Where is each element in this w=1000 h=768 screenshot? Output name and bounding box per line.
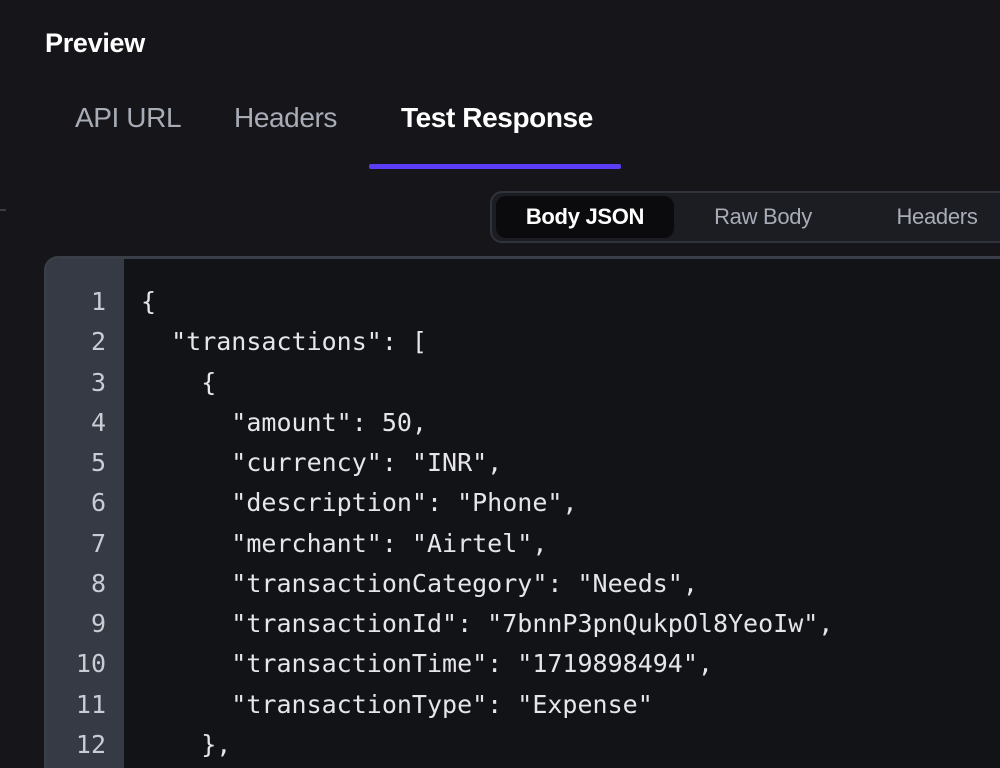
code-line: "merchant": "Airtel", [141,529,548,558]
tab-api-url[interactable]: API URL [75,102,182,134]
code-editor[interactable]: 1 2 3 4 5 6 7 8 9 10 11 12 { "transactio… [44,256,1000,768]
code-line: "currency": "INR", [141,448,503,477]
code-line: "transactionId": "7bnnP3pnQukpOl8YeoIw", [141,609,834,638]
headers-button[interactable]: Headers [872,196,1000,238]
response-view-toggle: Body JSON Raw Body Headers [490,191,1000,243]
line-number: 12 [75,730,106,759]
line-number: 4 [90,408,106,437]
code-line: "amount": 50, [141,408,427,437]
code-line: "description": "Phone", [141,488,578,517]
page-title: Preview [45,28,145,58]
code-line: { [141,368,217,397]
preview-panel: Preview API URL Headers Test Response Bo… [0,0,1000,768]
line-number: 2 [90,327,106,356]
line-number: 8 [90,569,106,598]
code-line: "transactionTime": "1719898494", [141,649,713,678]
json-code-area[interactable]: { "transactions": [ { "amount": 50, "cur… [141,259,1000,768]
line-number: 9 [90,609,106,638]
line-number: 7 [90,529,106,558]
tab-headers[interactable]: Headers [234,102,337,134]
line-number: 3 [90,368,106,397]
raw-body-button[interactable]: Raw Body [688,196,838,238]
code-line: { [141,287,157,316]
line-number-gutter: 1 2 3 4 5 6 7 8 9 10 11 12 [47,259,124,768]
code-line: }, [141,730,232,759]
code-line: "transactionCategory": "Needs", [141,569,698,598]
active-tab-indicator [369,164,621,169]
line-number: 1 [90,287,106,316]
divider-tick [0,209,6,211]
line-number: 5 [90,448,106,477]
line-number: 6 [90,488,106,517]
code-line: "transactions": [ [141,327,427,356]
body-json-button[interactable]: Body JSON [496,196,674,238]
tab-bar: API URL Headers Test Response [0,92,1000,172]
tab-test-response[interactable]: Test Response [401,102,593,134]
line-number: 10 [75,649,106,678]
line-number: 11 [75,690,106,719]
code-line: "transactionType": "Expense" [141,690,653,719]
